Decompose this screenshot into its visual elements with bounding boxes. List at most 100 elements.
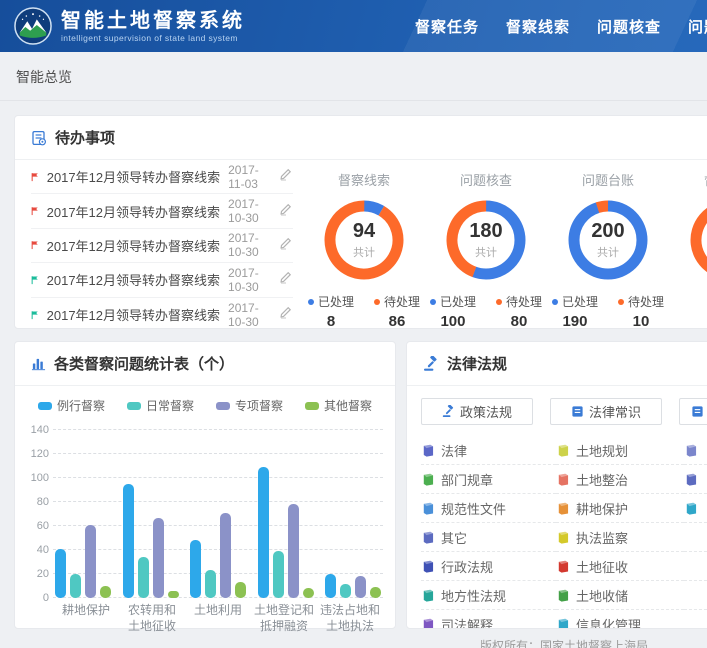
bar-其他督察 (168, 591, 179, 598)
law-item (684, 610, 707, 629)
book-icon (421, 531, 434, 544)
y-tick-label: 120 (23, 448, 49, 460)
edit-icon[interactable] (279, 202, 293, 221)
donut-legend: 已处理 190 待处理 10 (552, 293, 664, 329)
bar-例行督察 (55, 549, 66, 598)
bar-group-2 (123, 484, 179, 598)
nav-item-4[interactable]: 问题台账 (688, 16, 707, 37)
donut-total-value: 180 (469, 221, 502, 241)
law-item[interactable] (684, 436, 707, 465)
donut-stat-1: 督察线索 94共计 已处理 8 待处理 86 (303, 168, 425, 329)
legend-item-例行督察[interactable]: 例行督察 (38, 397, 105, 414)
todo-card-header: 待办事项 (15, 116, 707, 160)
legend-item-专项督察[interactable]: 专项督察 (216, 397, 283, 414)
legend-item-日常督察[interactable]: 日常督察 (127, 397, 194, 414)
law-item-label: 信息化管理 (576, 615, 641, 630)
book-icon (556, 589, 569, 602)
gavel-icon (442, 405, 455, 418)
todo-item-text: 2017年12月领导转办督察线索 (47, 270, 220, 289)
law-item-土地收储[interactable]: 土地收储 (556, 581, 684, 610)
bar-其他督察 (370, 587, 381, 598)
law-item-部门规章[interactable]: 部门规章 (421, 465, 556, 494)
processed-stat-label: 已处理 (430, 293, 476, 310)
bar-group-3 (190, 513, 246, 598)
law-item-其它[interactable]: 其它 (421, 523, 556, 552)
todo-item-text: 2017年12月领导转办督察线索 (47, 305, 220, 324)
page: 智能土地督察系统 intelligent supervision of stat… (0, 0, 707, 648)
pending-stat-value: 10 (633, 313, 650, 329)
laws-grid: 法律 土地规划 部门规章 土地整治 规范性文件 耕地保护 其它 执法监察 行政法… (407, 436, 707, 629)
edit-icon[interactable] (279, 305, 293, 324)
law-item-土地征收[interactable]: 土地征收 (556, 552, 684, 581)
law-item-耕地保护[interactable]: 耕地保护 (556, 494, 684, 523)
donut-stats-row: 督察线索 94共计 已处理 8 待处理 86 问题核查 180 共计 已处理 100… (303, 160, 707, 329)
law-item-土地规划[interactable]: 土地规划 (556, 436, 684, 465)
legend-item-其他督察[interactable]: 其他督察 (305, 397, 372, 414)
law-item-label: 土地整治 (576, 470, 628, 489)
law-item-label: 部门规章 (441, 470, 493, 489)
legend-swatch-icon (305, 402, 319, 410)
pending-stat: 待处理 86 (374, 293, 420, 329)
book-icon (556, 502, 569, 515)
todo-item[interactable]: 2017年12月领导转办督察线索2017-10-30 (31, 229, 293, 263)
processed-stat: 已处理 8 (308, 293, 354, 329)
todo-list: 2017年12月领导转办督察线索2017-11-03 2017年12月领导转办督… (31, 160, 293, 329)
law-item-label: 执法监察 (576, 528, 628, 547)
book-icon (421, 560, 434, 573)
nav-item-2[interactable]: 督察线索 (506, 16, 570, 37)
law-item[interactable] (684, 465, 707, 494)
bar-其他督察 (303, 588, 314, 598)
law-item-规范性文件[interactable]: 规范性文件 (421, 494, 556, 523)
chart-legend: 例行督察 日常督察 专项督察 其他督察 (15, 386, 395, 416)
y-tick-label: 0 (23, 592, 49, 604)
y-tick-label: 140 (23, 424, 49, 436)
book-icon (684, 502, 697, 515)
x-axis-label: 耕地保护 (53, 603, 119, 634)
app-logo[interactable]: 智能土地督察系统 intelligent supervision of stat… (14, 7, 245, 45)
law-item-行政法规[interactable]: 行政法规 (421, 552, 556, 581)
flag-icon (31, 238, 39, 252)
logo-emblem-icon (14, 7, 52, 45)
nav-item-3[interactable]: 问题核查 (597, 16, 661, 37)
pending-stat-value: 86 (389, 313, 406, 329)
y-tick-label: 100 (23, 472, 49, 484)
legend-dot-icon (308, 299, 314, 305)
todo-item[interactable]: 2017年12月领导转办督察线索2017-10-30 (31, 194, 293, 228)
law-item-地方性法规[interactable]: 地方性法规 (421, 581, 556, 610)
edit-icon[interactable] (279, 236, 293, 255)
legend-swatch-icon (38, 402, 52, 410)
processed-stat: 已处理 100 (430, 293, 476, 329)
donut-center: 200共计 (566, 198, 650, 282)
todo-item[interactable]: 2017年12月领导转办督察线索2017-10-30 (31, 263, 293, 297)
laws-tab-2[interactable]: 法律常识 (550, 398, 662, 425)
book-icon (556, 531, 569, 544)
law-item[interactable] (684, 494, 707, 523)
book-icon (421, 618, 434, 630)
nav-item-1[interactable]: 督察任务 (415, 16, 479, 37)
laws-tab-3[interactable] (679, 398, 707, 425)
legend-dot-icon (374, 299, 380, 305)
todo-card: 待办事项 2017年12月领导转办督察线索2017-11-03 2017年12月… (14, 115, 707, 329)
edit-icon[interactable] (279, 270, 293, 289)
todo-item[interactable]: 2017年12月领导转办督察线索2017-11-03 (31, 160, 293, 194)
processed-stat-label: 已处理 (308, 293, 354, 310)
donut-total-value: 94 (353, 221, 375, 241)
law-item-司法解释[interactable]: 司法解释 (421, 610, 556, 629)
todo-item[interactable]: 2017年12月领导转办督察线索 2017-10-30 (31, 298, 293, 329)
flag-icon (31, 308, 39, 322)
law-item-土地整治[interactable]: 土地整治 (556, 465, 684, 494)
todo-card-title: 待办事项 (55, 127, 115, 148)
law-item-法律[interactable]: 法律 (421, 436, 556, 465)
pending-stat-label: 待处理 (618, 293, 664, 310)
law-item-执法监察[interactable]: 执法监察 (556, 523, 684, 552)
todo-item-date: 2017-10-30 (228, 301, 267, 329)
law-item-label: 其它 (441, 528, 467, 547)
edit-icon[interactable] (279, 167, 293, 186)
donut-total-label: 共计 (475, 244, 497, 260)
laws-tab-1[interactable]: 政策法规 (421, 398, 533, 425)
donut-title: 问题核查 (460, 170, 512, 189)
law-item-信息化管理[interactable]: 信息化管理 (556, 610, 684, 629)
book-icon (421, 473, 434, 486)
pending-stat-value: 80 (511, 313, 528, 329)
clipboard-icon (31, 130, 47, 146)
